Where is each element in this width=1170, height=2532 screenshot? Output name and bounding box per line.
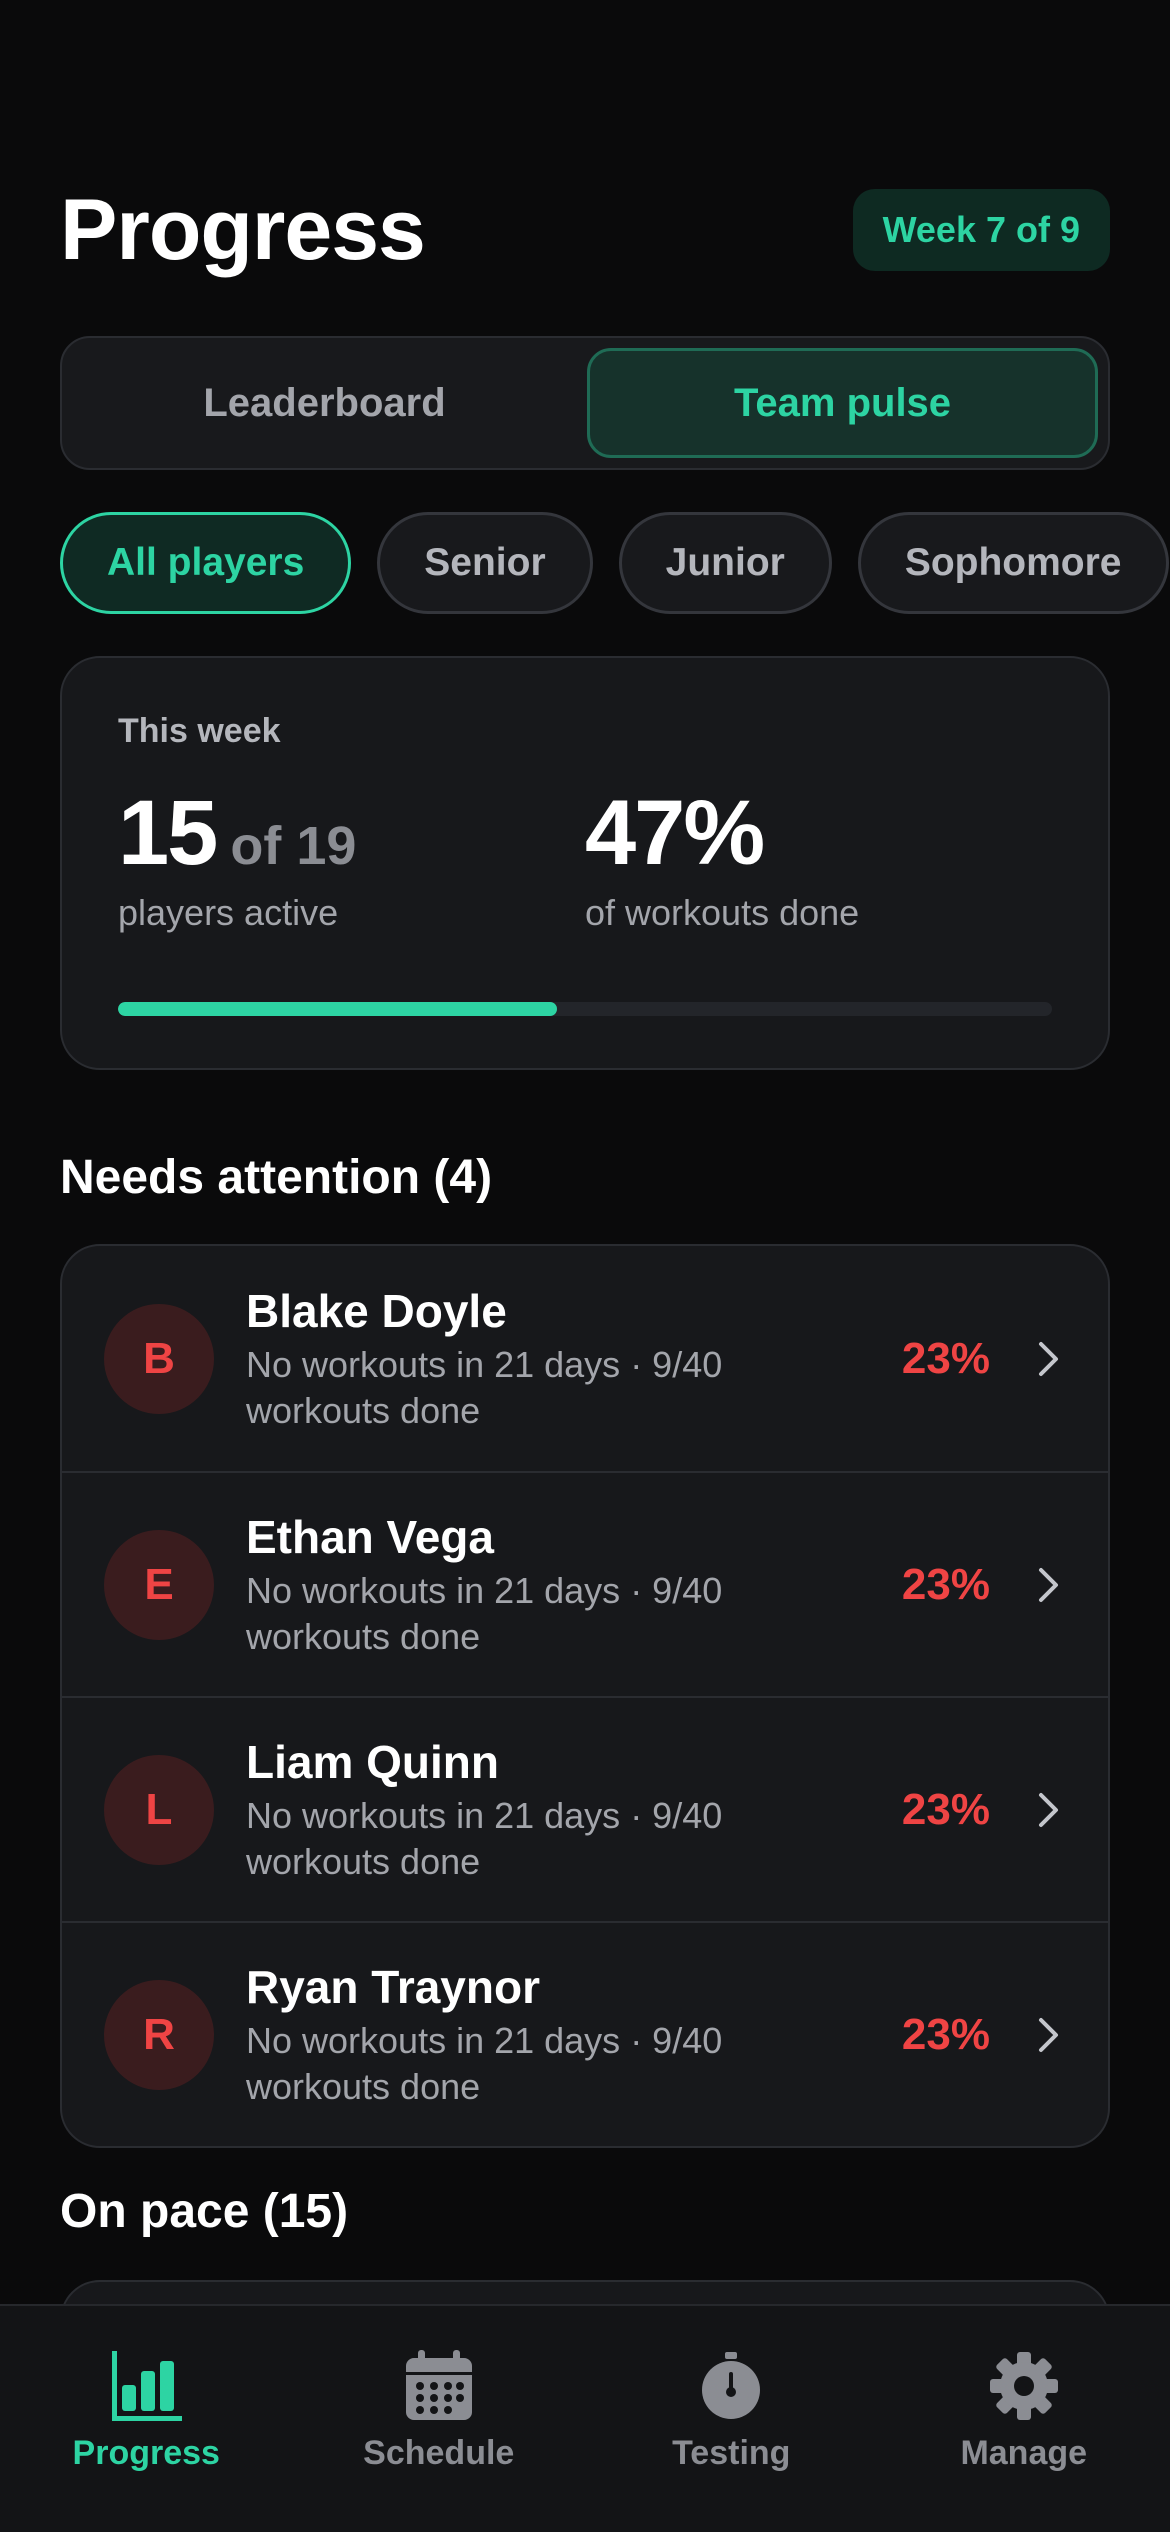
player-name: Liam Quinn — [246, 1735, 499, 1788]
list-item[interactable]: E Ethan Vega No workouts in 21 days · 9/… — [62, 1471, 1108, 1696]
tab-testing[interactable]: Testing — [585, 2306, 878, 2532]
tab-label: Manage — [960, 2434, 1088, 2472]
workouts-done-stat: 47% of workouts done — [585, 781, 1052, 934]
players-active-count: 15 — [118, 782, 218, 884]
list-item[interactable]: R Ryan Traynor No workouts in 21 days · … — [62, 1921, 1108, 2146]
chip-junior[interactable]: Junior — [618, 512, 832, 614]
players-total: of 19 — [230, 816, 357, 876]
summary-stats: 15 of 19 players active 47% of workouts … — [118, 781, 1052, 934]
player-name: Blake Doyle — [246, 1284, 507, 1337]
segment-leaderboard[interactable]: Leaderboard — [72, 348, 577, 458]
players-active-stat: 15 of 19 players active — [118, 781, 585, 934]
workouts-caption: of workouts done — [585, 892, 860, 933]
needs-attention-heading: Needs attention (4) — [60, 1151, 493, 1204]
gear-icon — [986, 2348, 1062, 2424]
player-name: Ethan Vega — [246, 1510, 494, 1563]
chip-all-players[interactable]: All players — [60, 512, 352, 614]
player-percent: 23% — [901, 2009, 990, 2059]
weekly-summary-card: This week 15 of 19 players active 47% of… — [60, 656, 1110, 1070]
player-detail: No workouts in 21 days · 9/40 workouts d… — [246, 2019, 723, 2107]
player-percent: 23% — [901, 1784, 990, 1834]
on-pace-heading: On pace (15) — [60, 2185, 349, 2238]
workouts-percent: 47% — [585, 782, 765, 884]
tab-manage[interactable]: Manage — [878, 2306, 1170, 2532]
tab-label: Schedule — [363, 2434, 515, 2472]
summary-label: This week — [118, 712, 281, 750]
tab-progress[interactable]: Progress — [0, 2306, 293, 2532]
player-percent: 23% — [901, 1559, 990, 1609]
player-name: Ryan Traynor — [246, 1960, 540, 2013]
workouts-progress-bar — [118, 1002, 1052, 1016]
chip-sophomore[interactable]: Sophomore — [857, 512, 1169, 614]
workouts-progress-fill — [118, 1002, 557, 1016]
player-detail: No workouts in 21 days · 9/40 workouts d… — [246, 1569, 723, 1657]
player-percent: 23% — [901, 1333, 990, 1383]
chevron-right-icon — [1034, 1341, 1064, 1376]
stopwatch-icon — [693, 2348, 769, 2424]
page-title: Progress — [60, 181, 426, 278]
chevron-right-icon — [1034, 1792, 1064, 1827]
avatar: E — [104, 1529, 214, 1640]
list-item[interactable]: B Blake Doyle No workouts in 21 days · 9… — [62, 1246, 1108, 1471]
list-item[interactable]: L Liam Quinn No workouts in 21 days · 9/… — [62, 1696, 1108, 1921]
calendar-icon — [401, 2348, 477, 2424]
player-detail: No workouts in 21 days · 9/40 workouts d… — [246, 1794, 723, 1882]
tab-label: Progress — [72, 2434, 220, 2472]
bottom-tab-bar: Progress Schedule Testing Manage — [0, 2304, 1170, 2532]
week-badge: Week 7 of 9 — [852, 189, 1110, 271]
header: Progress Week 7 of 9 — [60, 180, 1110, 280]
players-active-caption: players active — [118, 892, 339, 933]
class-filter-chips: All players Senior Junior Sophomore — [60, 512, 1169, 614]
chevron-right-icon — [1034, 2017, 1064, 2052]
needs-attention-list: B Blake Doyle No workouts in 21 days · 9… — [60, 1244, 1110, 2148]
tab-label: Testing — [672, 2434, 791, 2472]
bar-chart-icon — [108, 2348, 184, 2424]
segment-team-pulse[interactable]: Team pulse — [587, 348, 1098, 458]
chip-senior[interactable]: Senior — [377, 512, 593, 614]
avatar: B — [104, 1303, 214, 1414]
view-segmented-control: Leaderboard Team pulse — [60, 336, 1110, 470]
avatar: R — [104, 1979, 214, 2090]
chevron-right-icon — [1034, 1567, 1064, 1602]
player-detail: No workouts in 21 days · 9/40 workouts d… — [246, 1343, 723, 1431]
progress-screen: Progress Week 7 of 9 Leaderboard Team pu… — [0, 0, 1170, 2532]
tab-schedule[interactable]: Schedule — [293, 2306, 586, 2532]
avatar: L — [104, 1754, 214, 1865]
